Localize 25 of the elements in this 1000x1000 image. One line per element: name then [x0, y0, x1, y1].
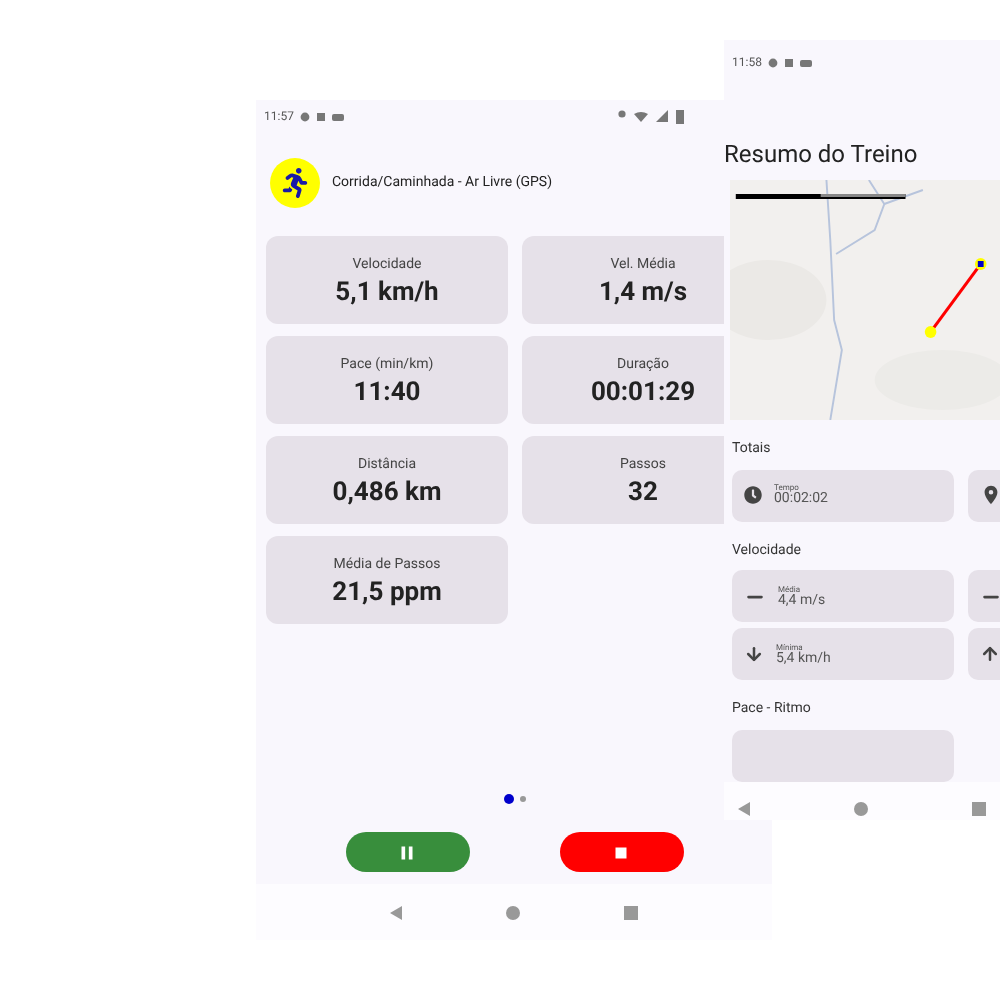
- signal-icon: [656, 110, 668, 122]
- back-icon[interactable]: [390, 905, 402, 919]
- battery-icon: [676, 109, 684, 123]
- clock-icon: [744, 486, 762, 504]
- pin-icon: [980, 484, 1000, 506]
- wifi-icon: [634, 111, 648, 121]
- home-icon[interactable]: [854, 802, 868, 816]
- metric-value: 1,4 m/s: [598, 279, 688, 306]
- metric-value: 11:40: [353, 379, 421, 406]
- metric-value: 00:01:29: [590, 379, 696, 406]
- location-icon: [618, 110, 626, 122]
- home-icon[interactable]: [506, 905, 520, 919]
- runner-icon: [270, 158, 320, 208]
- metric-value: 0,486 km: [332, 479, 442, 506]
- pause-icon: [396, 841, 418, 863]
- metric-value: 21,5 ppm: [332, 579, 442, 606]
- arrow-up-icon: [980, 644, 1000, 664]
- metric-value: 32: [628, 479, 658, 506]
- recents-icon[interactable]: [624, 905, 638, 919]
- arrow-down-icon: [744, 644, 764, 664]
- screen-title: Resumo do Treino: [724, 142, 920, 166]
- pause-button[interactable]: [345, 832, 469, 872]
- stop-button[interactable]: [559, 832, 683, 872]
- metric-value: 5,1 km/h: [335, 279, 439, 306]
- back-icon[interactable]: [738, 802, 750, 816]
